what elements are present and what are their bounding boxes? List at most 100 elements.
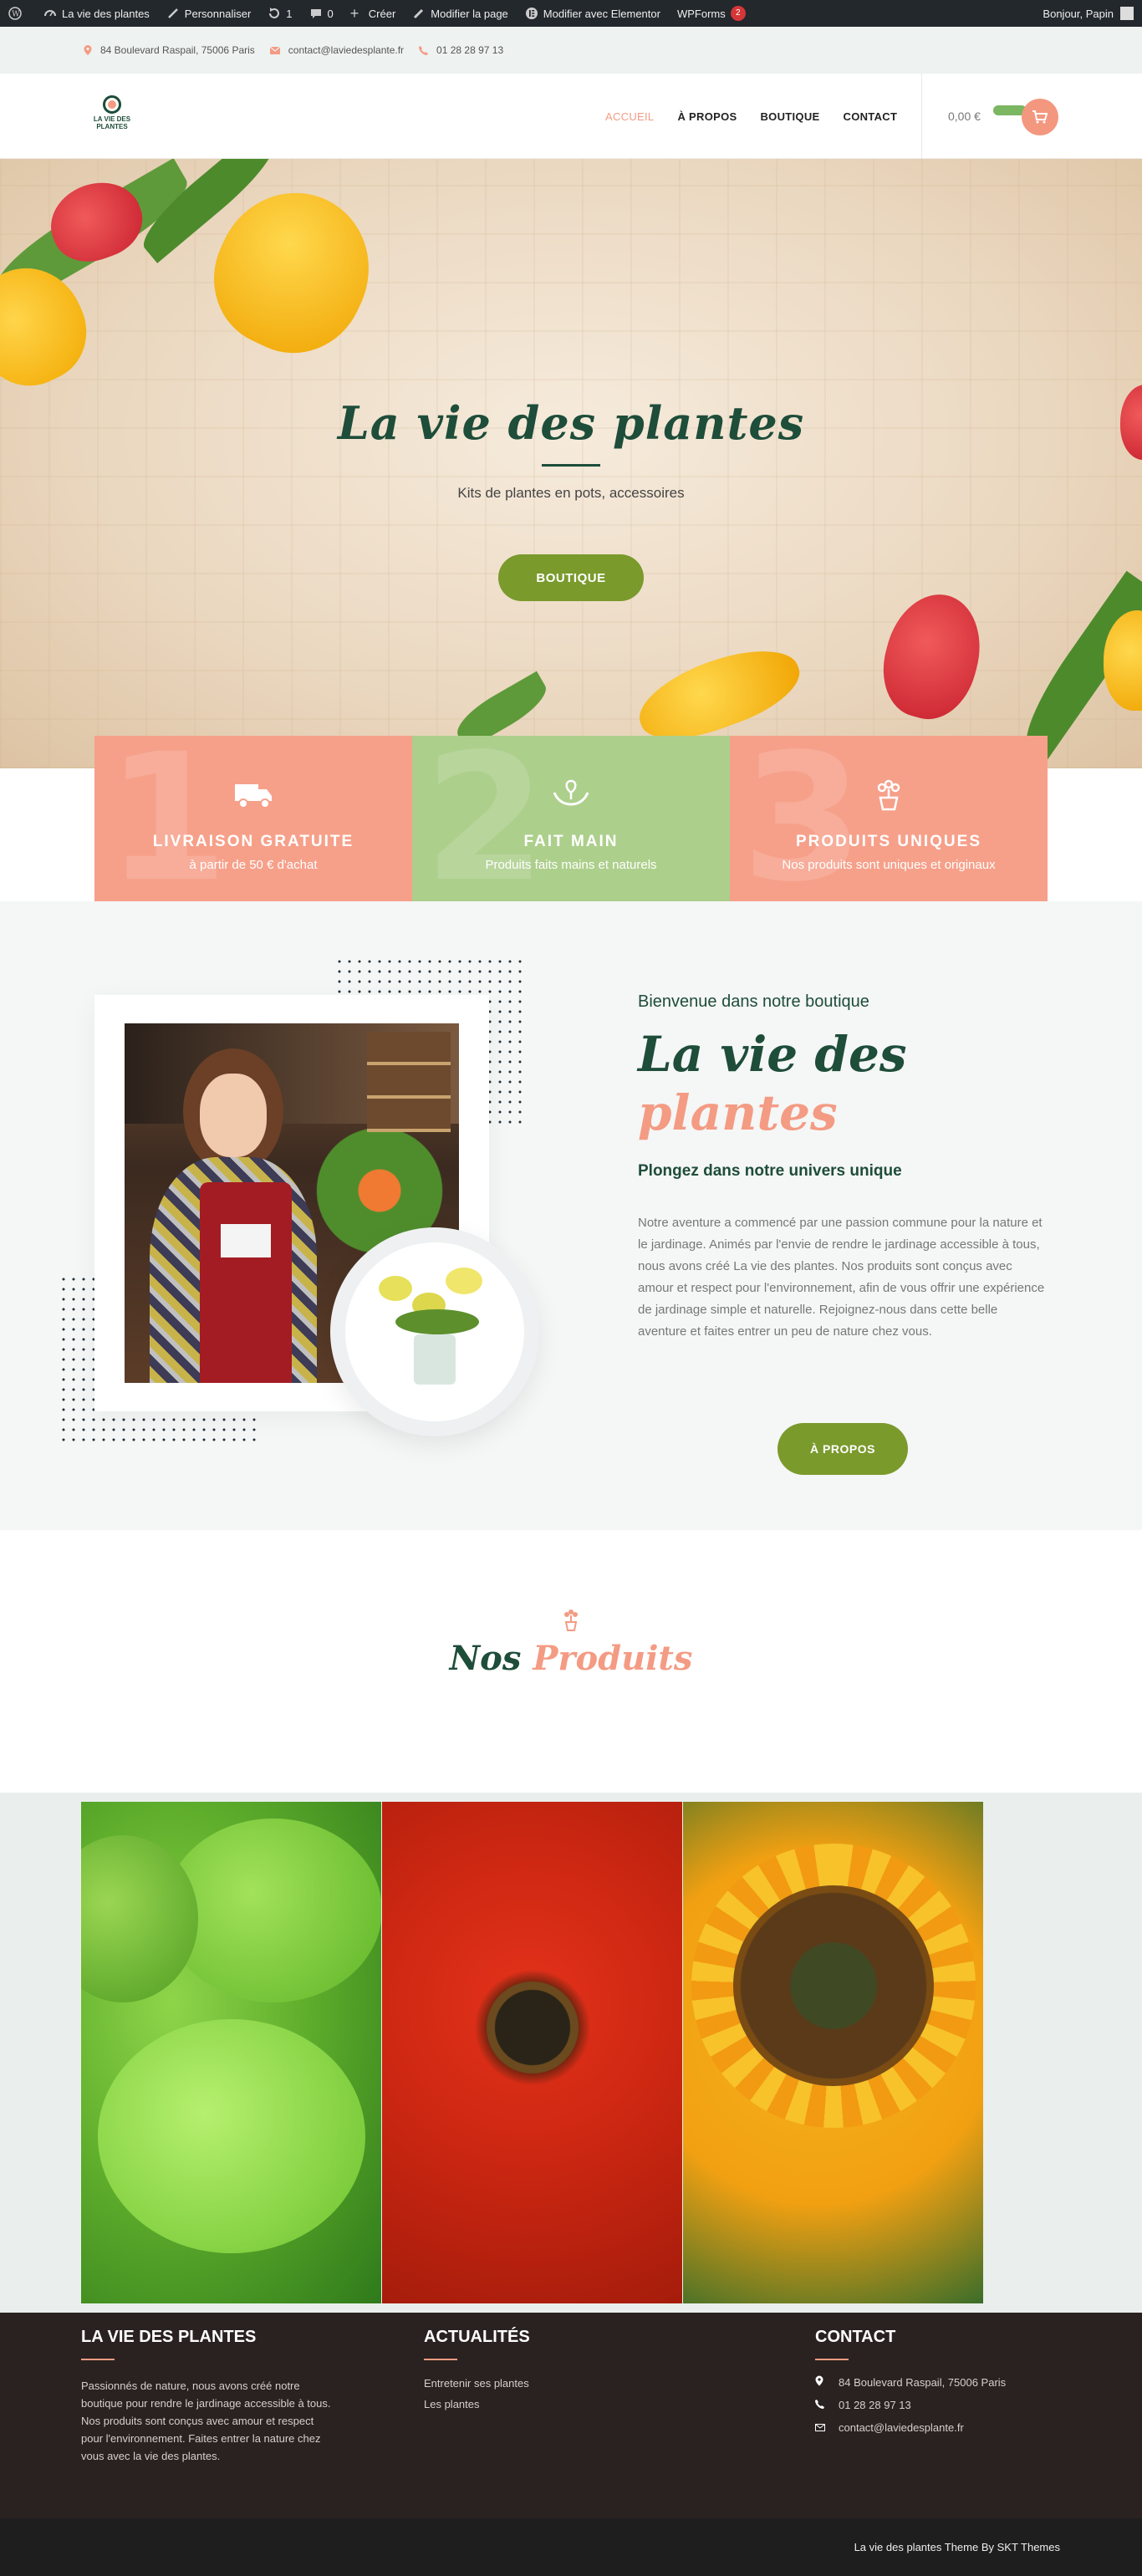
footer-link-les-plantes[interactable]: Les plantes [424,2398,641,2410]
admin-greeting: Bonjour, Papin [1043,7,1114,20]
feature-number: 3 [742,736,864,901]
site-footer: LA VIE DES PLANTES Passionnés de nature,… [0,2313,1142,2518]
admin-wpforms-link[interactable]: WPForms 2 [669,0,754,27]
nav-contact[interactable]: CONTACT [844,110,898,123]
admin-elementor-link[interactable]: Modifier avec Elementor [517,0,669,27]
feature-subtitle: à partir de 50 € d'achat [189,858,318,872]
product-image-sunflower[interactable] [683,1802,983,2303]
flower-vase-circle [330,1227,539,1436]
logo-line1: LA VIE DES [93,115,131,123]
hero-section: La vie des plantes Kits de plantes en po… [0,159,1142,768]
admin-new-link[interactable]: + Créer [342,0,405,27]
admin-account-link[interactable]: Bonjour, Papin [1034,0,1142,27]
hero-divider [542,464,600,467]
footer-col2-title: ACTUALITÉS [424,2328,530,2346]
footer-link-entretenir[interactable]: Entretenir ses plantes [424,2377,641,2390]
main-nav: ACCUEIL À PROPOS BOUTIQUE CONTACT [605,74,920,159]
flower-pot-icon [877,779,900,811]
about-paragraph: Notre aventure a commencé par une passio… [638,1216,1045,1339]
about-a-propos-button[interactable]: À PROPOS [777,1423,908,1475]
logo-line2: PLANTES [96,123,128,130]
info-email[interactable]: contact@laviedesplante.fr [269,44,405,56]
products-section: Nos Produits [0,1530,1142,1793]
info-email-text: contact@laviedesplante.fr [288,44,405,56]
footer-col3-title: CONTACT [815,2328,896,2346]
cart-button[interactable] [1022,99,1058,135]
admin-site-label: La vie des plantes [62,7,150,20]
flower-pot-icon [564,1609,578,1631]
elementor-icon [525,8,538,19]
cart-total[interactable]: 0,00 € [948,110,981,123]
top-info-bar: 84 Boulevard Raspail, 75006 Paris contac… [0,27,1142,74]
footer-col2-divider [424,2359,457,2360]
admin-updates-link[interactable]: 1 [259,0,300,27]
footer-col-contact: CONTACT 84 Boulevard Raspail, 75006 Pari… [815,2313,1066,2434]
comment-icon [310,9,321,18]
admin-elementor-label: Modifier avec Elementor [543,7,660,20]
user-avatar-icon [1120,7,1134,20]
wordpress-icon: W [8,7,22,20]
footer-address-text: 84 Boulevard Raspail, 75006 Paris [839,2375,1007,2389]
hero-subtitle: Kits de plantes en pots, accessoires [457,485,685,501]
about-title-line2: plantes [638,1084,838,1141]
nav-accueil[interactable]: ACCUEIL [605,110,654,123]
footer-contact-email[interactable]: contact@laviedesplante.fr [815,2421,1066,2434]
product-image-clover[interactable] [81,1802,381,2303]
site-logo[interactable]: LA VIE DES PLANTES [90,95,134,137]
features-row: 1 LIVRAISON GRATUITE à partir de 50 € d'… [94,736,1048,901]
phone-icon [815,2399,839,2411]
feature-title: PRODUITS UNIQUES [795,833,982,850]
truck-icon [235,784,272,809]
product-image-poppy[interactable] [382,1802,682,2303]
hero-title: La vie des plantes [337,396,805,450]
admin-new-label: Créer [368,7,396,20]
logo-mark-icon [103,95,121,114]
info-address: 84 Boulevard Raspail, 75006 Paris [84,44,255,56]
pencil-icon [414,8,424,19]
feature-box-produits-uniques: 3 PRODUITS UNIQUES Nos produits sont uni… [730,736,1048,901]
about-section: Bienvenue dans notre boutique La vie des… [0,901,1142,1530]
footer-col-news: ACTUALITÉS Entretenir ses plantes Les pl… [424,2313,641,2410]
products-title-part2: Produits [533,1639,693,1678]
info-address-text: 84 Boulevard Raspail, 75006 Paris [100,44,255,56]
admin-comments-link[interactable]: 0 [301,0,342,27]
svg-text:W: W [12,11,20,19]
feature-subtitle: Nos produits sont uniques et originaux [782,858,996,872]
footer-contact-phone[interactable]: 01 28 28 97 13 [815,2399,1066,2411]
about-title: La vie des plantes [638,1025,907,1142]
admin-updates-count: 1 [286,7,293,20]
envelope-icon [815,2421,839,2434]
admin-comments-count: 0 [327,7,334,20]
brush-icon [167,8,178,18]
nav-a-propos[interactable]: À PROPOS [677,110,737,123]
admin-edit-page-label: Modifier la page [431,7,508,20]
admin-bar: W La vie des plantes Personnaliser 1 0 +… [0,0,1142,27]
admin-customize-link[interactable]: Personnaliser [158,0,260,27]
copyright-text[interactable]: La vie des plantes Theme By SKT Themes [854,2541,1060,2553]
footer-col1-text: Passionnés de nature, nous avons créé no… [81,2380,331,2462]
info-phone[interactable]: 01 28 28 97 13 [419,44,503,56]
admin-customize-label: Personnaliser [184,7,252,20]
products-title: Nos Produits [0,1639,1142,1678]
products-title-part1: Nos [449,1639,522,1678]
map-marker-icon [84,45,92,55]
footer-phone-text: 01 28 28 97 13 [839,2399,911,2411]
refresh-icon [269,8,280,18]
footer-col3-divider [815,2359,849,2360]
wpforms-count-badge: 2 [730,6,746,21]
nav-boutique[interactable]: BOUTIQUE [760,110,819,123]
flower-vase-photo [345,1242,524,1421]
dashboard-icon [44,10,56,17]
admin-edit-page-link[interactable]: Modifier la page [404,0,517,27]
footer-col-about: LA VIE DES PLANTES Passionnés de nature,… [81,2313,332,2465]
feature-box-fait-main: 2 FAIT MAIN Produits faits mains et natu… [412,736,730,901]
feature-title: FAIT MAIN [523,833,619,850]
footer-contact-address: 84 Boulevard Raspail, 75006 Paris [815,2375,1066,2389]
about-subtitle: Plongez dans notre univers unique [638,1162,902,1180]
admin-wpforms-label: WPForms [676,7,726,20]
cart-icon [1032,110,1048,124]
hero-boutique-button[interactable]: BOUTIQUE [498,554,644,601]
admin-site-link[interactable]: La vie des plantes [35,0,158,27]
wordpress-logo-button[interactable]: W [0,0,35,27]
feature-number: 1 [106,736,229,901]
